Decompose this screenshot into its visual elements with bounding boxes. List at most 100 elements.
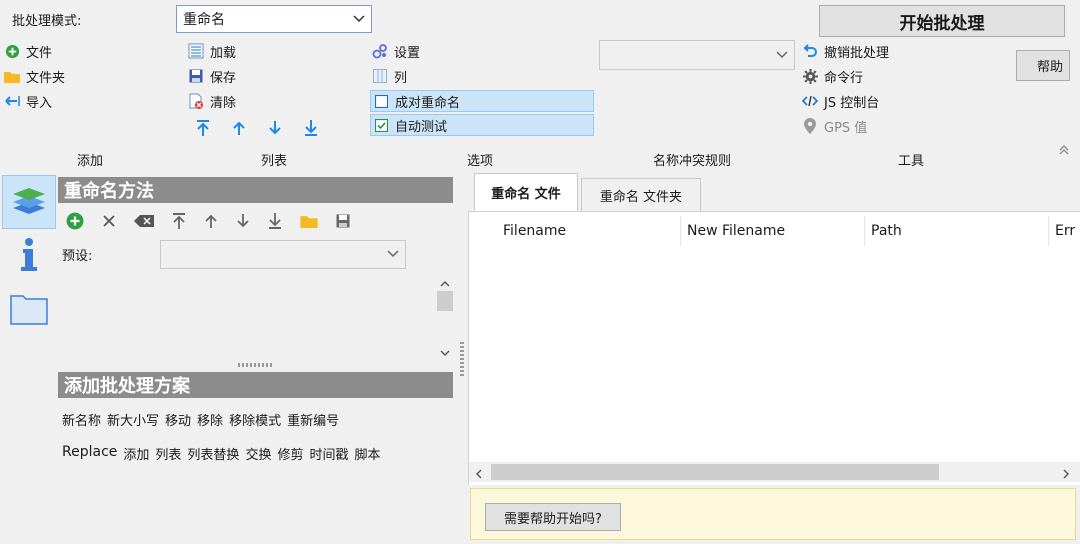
command-line-button[interactable]: 命令行 <box>802 65 889 87</box>
column-header-new-filename[interactable]: New Filename <box>681 216 865 246</box>
help-button-label: 帮助 <box>1036 60 1063 75</box>
tools-group: 撤销批处理 命令行 JS 控制台 GPS 值 <box>802 40 889 137</box>
tab-rename-files-label: 重命名 文件 <box>491 186 561 202</box>
js-console-button[interactable]: JS 控制台 <box>802 90 889 112</box>
clear-button[interactable]: 清除 <box>188 90 236 112</box>
scheme-remove-pattern[interactable]: 移除模式 <box>229 410 281 429</box>
scheme-new-case[interactable]: 新大小写 <box>107 410 159 429</box>
gear-icon <box>802 68 818 84</box>
move-up-icon[interactable] <box>231 119 247 141</box>
save-preset-icon[interactable] <box>336 214 350 232</box>
info-icon[interactable] <box>19 238 39 276</box>
gps-value-button[interactable]: GPS 值 <box>802 115 889 137</box>
save-label: 保存 <box>210 70 237 86</box>
scheme-timestamp[interactable]: 时间戳 <box>309 444 348 463</box>
secondary-select[interactable] <box>599 40 795 70</box>
scroll-down-arrow-icon[interactable] <box>440 346 450 361</box>
clear-methods-icon[interactable] <box>134 215 154 231</box>
code-icon <box>802 93 818 109</box>
rename-methods-header: 重命名方法 <box>58 177 453 203</box>
collapse-ribbon-icon[interactable] <box>1058 144 1070 159</box>
method-toolbar <box>66 212 350 234</box>
tab-rename-files[interactable]: 重命名 文件 <box>474 173 578 211</box>
method-list-scrollbar[interactable] <box>436 272 454 358</box>
add-file-button[interactable]: 文件 <box>4 40 65 62</box>
scroll-right-arrow-icon[interactable] <box>1063 468 1070 483</box>
scheme-move[interactable]: 移动 <box>165 410 191 429</box>
import-button[interactable]: 导入 <box>4 90 65 112</box>
pair-rename-toggle[interactable]: 成对重命名 <box>370 90 594 112</box>
ribbon-group-list: 列表 <box>261 154 288 169</box>
load-label: 加载 <box>210 45 237 61</box>
scheme-trim[interactable]: 修剪 <box>277 444 303 463</box>
js-console-label: JS 控制台 <box>824 95 880 111</box>
column-header-path[interactable]: Path <box>865 216 1049 246</box>
scheme-renumber[interactable]: 重新编号 <box>287 410 339 429</box>
scheme-swap[interactable]: 交换 <box>245 444 271 463</box>
scheme-list-replace[interactable]: 列表替换 <box>187 444 239 463</box>
horizontal-scrollbar[interactable] <box>469 462 1080 482</box>
checkbox-checked-icon <box>373 117 389 133</box>
side-tab-methods[interactable] <box>2 175 56 229</box>
scroll-up-arrow-icon[interactable] <box>440 276 450 291</box>
scheme-add[interactable]: 添加 <box>123 444 149 463</box>
column-header-error[interactable]: Err <box>1049 216 1080 246</box>
add-circle-icon <box>4 43 20 59</box>
file-table: Filename New Filename Path Err <box>468 211 1080 485</box>
folder-outline-icon[interactable] <box>10 293 48 329</box>
ribbon-group-conflict: 名称冲突规则 <box>653 154 732 169</box>
move-down-icon[interactable] <box>267 119 283 141</box>
scheme-replace[interactable]: Replace <box>62 444 117 463</box>
clear-icon <box>188 93 204 109</box>
method-down-icon[interactable] <box>236 212 250 234</box>
tab-rename-folders[interactable]: 重命名 文件夹 <box>581 178 701 212</box>
add-method-icon[interactable] <box>66 212 84 234</box>
move-to-top-icon[interactable] <box>195 119 211 141</box>
list-icon <box>188 43 204 59</box>
remove-method-icon[interactable] <box>102 214 116 232</box>
columns-button[interactable]: 列 <box>370 65 594 87</box>
horizontal-scroll-thumb[interactable] <box>491 464 939 480</box>
scroll-thumb[interactable] <box>437 291 453 311</box>
table-header: Filename New Filename Path Err <box>469 212 1080 250</box>
settings-button[interactable]: 设置 <box>370 40 594 62</box>
start-batch-label: 开始批处理 <box>899 13 985 34</box>
add-file-label: 文件 <box>26 45 53 61</box>
auto-test-toggle[interactable]: 自动测试 <box>370 114 594 136</box>
scheme-row-2: Replace 添加 列表 列表替换 交换 修剪 时间戳 脚本 <box>62 444 387 463</box>
load-button[interactable]: 加载 <box>188 40 236 62</box>
column-header-filename[interactable]: Filename <box>497 216 681 246</box>
chevron-down-icon <box>776 48 788 63</box>
scheme-remove[interactable]: 移除 <box>197 410 223 429</box>
import-arrow-icon <box>4 93 20 109</box>
scheme-new-name[interactable]: 新名称 <box>62 410 101 429</box>
help-bar: 需要帮助开始吗? <box>470 488 1076 540</box>
need-help-button[interactable]: 需要帮助开始吗? <box>485 503 621 531</box>
scheme-list[interactable]: 列表 <box>155 444 181 463</box>
undo-batch-button[interactable]: 撤销批处理 <box>802 40 889 62</box>
auto-test-label: 自动测试 <box>395 119 448 135</box>
save-button[interactable]: 保存 <box>188 65 236 87</box>
start-batch-button[interactable]: 开始批处理 <box>819 5 1065 37</box>
preset-select[interactable] <box>160 240 406 269</box>
horizontal-splitter-grip[interactable] <box>238 363 274 367</box>
list-group: 加载 保存 清除 <box>188 40 236 112</box>
open-preset-folder-icon[interactable] <box>300 214 318 232</box>
method-up-icon[interactable] <box>204 212 218 234</box>
location-pin-icon <box>802 118 818 134</box>
add-folder-button[interactable]: 文件夹 <box>4 65 65 87</box>
add-group: 文件 文件夹 导入 <box>4 40 65 112</box>
scheme-row-1: 新名称 新大小写 移动 移除 移除模式 重新编号 <box>62 410 345 429</box>
scheme-script[interactable]: 脚本 <box>354 444 380 463</box>
ribbon-group-tools: 工具 <box>898 154 925 169</box>
method-to-bottom-icon[interactable] <box>268 212 282 234</box>
scroll-left-arrow-icon[interactable] <box>475 468 482 483</box>
move-to-bottom-icon[interactable] <box>303 119 319 141</box>
method-to-top-icon[interactable] <box>172 212 186 234</box>
batch-mode-select[interactable]: 重命名 <box>176 5 372 33</box>
vertical-splitter-grip[interactable] <box>460 340 464 376</box>
need-help-label: 需要帮助开始吗? <box>504 511 602 527</box>
help-button[interactable]: 帮助 <box>1016 50 1070 81</box>
chevron-down-icon <box>353 12 365 27</box>
ribbon-group-options: 选项 <box>467 154 494 169</box>
